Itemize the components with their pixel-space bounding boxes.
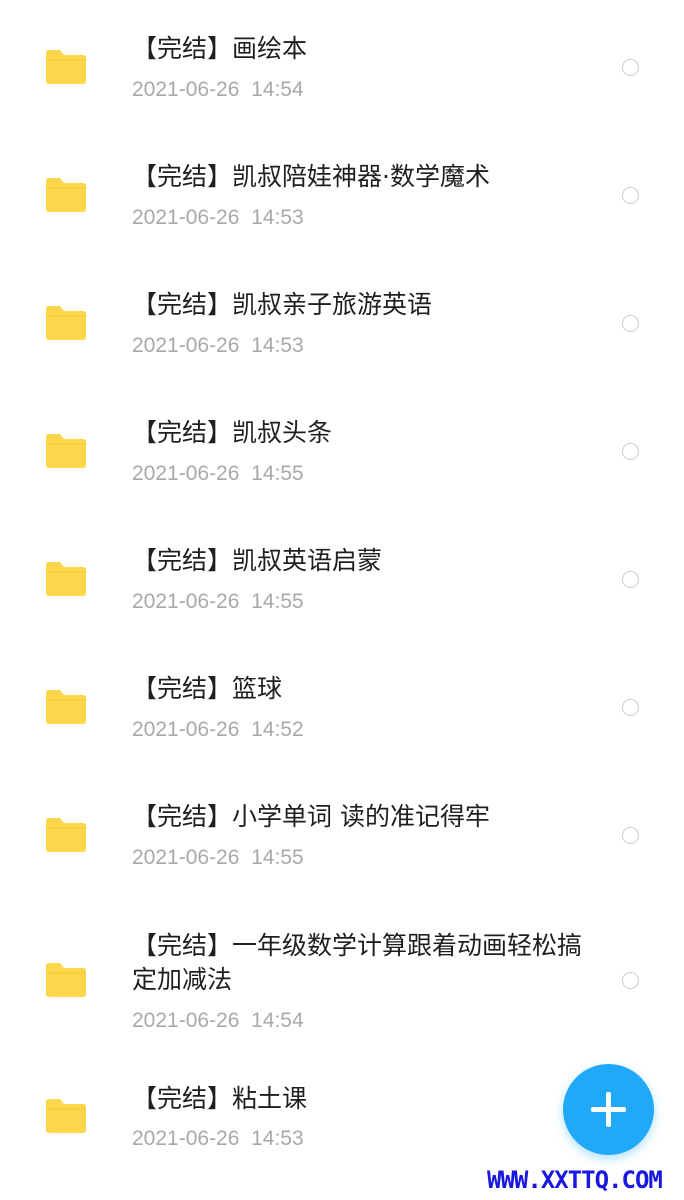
select-radio[interactable] bbox=[622, 443, 639, 460]
file-date: 2021-06-26 14:53 bbox=[132, 334, 304, 357]
file-date: 2021-06-26 14:53 bbox=[132, 1127, 304, 1150]
file-date: 2021-06-26 14:54 bbox=[132, 78, 304, 101]
select-radio[interactable] bbox=[622, 571, 639, 588]
select-radio[interactable] bbox=[622, 187, 639, 204]
file-name: 【完结】凯叔亲子旅游英语 bbox=[132, 290, 433, 319]
folder-icon bbox=[46, 690, 86, 724]
select-radio[interactable] bbox=[622, 699, 639, 716]
file-row[interactable]: 【完结】小学单词 读的准记得牢 2021-06-26 14:55 bbox=[0, 768, 684, 896]
plus-icon bbox=[606, 1092, 611, 1127]
select-radio[interactable] bbox=[622, 827, 639, 844]
file-date: 2021-06-26 14:55 bbox=[132, 846, 304, 869]
select-radio[interactable] bbox=[622, 972, 639, 989]
file-name: 【完结】凯叔头条 bbox=[132, 418, 333, 447]
folder-icon bbox=[46, 1099, 86, 1133]
folder-icon bbox=[46, 562, 86, 596]
folder-icon bbox=[46, 434, 86, 468]
file-date: 2021-06-26 14:54 bbox=[132, 1009, 304, 1032]
select-radio[interactable] bbox=[622, 59, 639, 76]
folder-icon bbox=[46, 818, 86, 852]
folder-icon bbox=[46, 178, 86, 212]
file-row[interactable]: 【完结】凯叔头条 2021-06-26 14:55 bbox=[0, 384, 684, 512]
file-name: 【完结】凯叔陪娃神器·数学魔术 bbox=[132, 162, 490, 191]
file-name: 【完结】凯叔英语启蒙 bbox=[132, 546, 383, 575]
file-name: 【完结】画绘本 bbox=[132, 34, 308, 63]
file-date: 2021-06-26 14:52 bbox=[132, 718, 304, 741]
watermark: WWW.XXTTQ.COM bbox=[487, 1166, 663, 1194]
file-date: 2021-06-26 14:55 bbox=[132, 462, 304, 485]
file-date: 2021-06-26 14:53 bbox=[132, 206, 304, 229]
folder-icon bbox=[46, 963, 86, 997]
file-row[interactable]: 【完结】画绘本 2021-06-26 14:54 bbox=[0, 0, 684, 128]
file-row[interactable]: 【完结】一年级数学计算跟着动画轻松搞定加减法 2021-06-26 14:54 bbox=[0, 896, 684, 1061]
file-name: 【完结】一年级数学计算跟着动画轻松搞定加减法 bbox=[132, 931, 583, 994]
file-name: 【完结】粘土课 bbox=[132, 1084, 308, 1113]
file-row[interactable]: 【完结】篮球 2021-06-26 14:52 bbox=[0, 640, 684, 768]
folder-icon bbox=[46, 306, 86, 340]
file-row[interactable]: 【完结】凯叔陪娃神器·数学魔术 2021-06-26 14:53 bbox=[0, 128, 684, 256]
folder-icon bbox=[46, 50, 86, 84]
file-name: 【完结】小学单词 读的准记得牢 bbox=[132, 802, 490, 831]
file-name: 【完结】篮球 bbox=[132, 674, 283, 703]
file-row[interactable]: 【完结】凯叔亲子旅游英语 2021-06-26 14:53 bbox=[0, 256, 684, 384]
select-radio[interactable] bbox=[622, 315, 639, 332]
file-date: 2021-06-26 14:55 bbox=[132, 590, 304, 613]
file-row[interactable]: 【完结】凯叔英语启蒙 2021-06-26 14:55 bbox=[0, 512, 684, 640]
add-button[interactable] bbox=[563, 1064, 654, 1155]
